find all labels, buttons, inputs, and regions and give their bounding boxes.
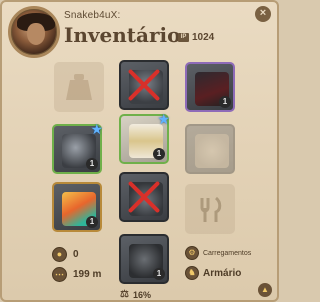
armor-tier-badge: 1 xyxy=(153,148,165,160)
bag-icon xyxy=(54,62,104,112)
item-power-value: 1024 xyxy=(192,32,215,43)
silver-coin-icon: ● xyxy=(52,247,67,262)
silver-stat: ● 0 xyxy=(52,247,79,262)
main-hand-tier-badge: 1 xyxy=(86,158,98,170)
slot-head[interactable] xyxy=(119,60,169,110)
loadouts-icon: ⚙ xyxy=(185,246,199,260)
wardrobe-button[interactable]: ♞ Armário xyxy=(185,266,241,280)
character-avatar[interactable] xyxy=(8,6,60,58)
avatar-face xyxy=(27,23,45,45)
slot-shoes[interactable] xyxy=(119,172,169,222)
silver-value: 0 xyxy=(73,249,79,260)
broken-x-icon xyxy=(125,66,163,104)
mount-tier-badge: 1 xyxy=(153,268,165,280)
wardrobe-label: Armário xyxy=(203,267,242,279)
slot-armor[interactable]: ★ 1 xyxy=(119,111,170,164)
load-percentage: ⚖ 16% xyxy=(120,289,151,300)
offhand-icon xyxy=(195,134,229,168)
slot-potion[interactable]: 1 xyxy=(52,182,102,232)
distance-stat: ⋯ 199 m xyxy=(52,267,101,282)
item-power-icon: IP xyxy=(178,33,189,42)
close-button[interactable]: × xyxy=(255,6,271,22)
page-title: Inventário xyxy=(64,23,181,47)
slot-mount[interactable]: 1 xyxy=(119,234,169,284)
slot-cape[interactable]: 1 xyxy=(185,62,235,112)
potion-tier-badge: 1 xyxy=(86,216,98,228)
weight-icon: ⚖ xyxy=(120,289,129,300)
distance-value: 199 m xyxy=(73,269,102,280)
fork-knife-icon xyxy=(185,184,235,234)
loadouts-button[interactable]: ⚙ Carregamentos xyxy=(185,246,251,260)
load-value: 16% xyxy=(132,289,151,300)
slot-bag[interactable] xyxy=(54,62,104,112)
item-power-display: IP 1024 xyxy=(178,32,214,43)
username-label: Snakeb4uX: xyxy=(64,10,121,21)
star-icon: ★ xyxy=(90,121,103,137)
loadouts-label: Carregamentos xyxy=(203,249,252,257)
slot-food[interactable] xyxy=(185,184,235,234)
slot-off-hand[interactable] xyxy=(185,124,235,174)
footsteps-icon: ⋯ xyxy=(52,267,67,282)
wardrobe-icon: ♞ xyxy=(185,266,199,280)
cape-tier-badge: 1 xyxy=(219,96,231,108)
star-icon: ★ xyxy=(157,111,170,127)
broken-x-icon xyxy=(125,178,163,216)
scroll-up-button[interactable]: ▲ xyxy=(258,283,272,297)
slot-main-hand[interactable]: ★ 1 xyxy=(52,121,103,174)
inventory-panel: Snakeb4uX: Inventário IP 1024 × 1 ★ 1 ★ … xyxy=(0,0,279,302)
